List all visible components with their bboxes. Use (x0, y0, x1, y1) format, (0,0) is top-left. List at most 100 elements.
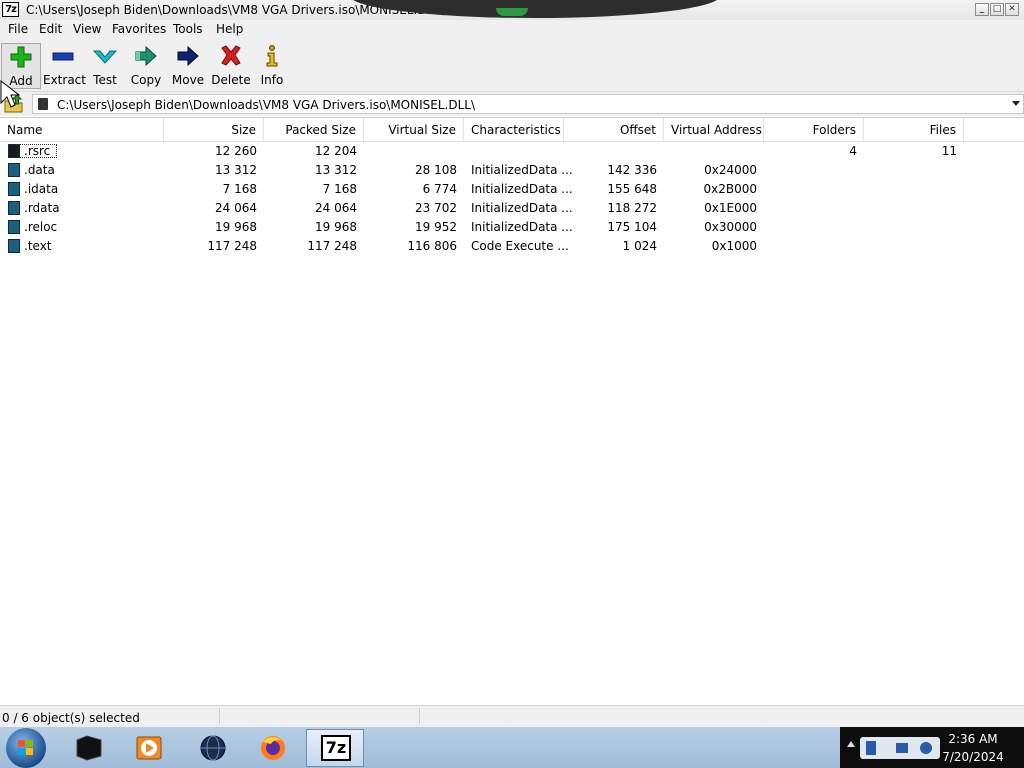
file-list[interactable]: Name Size Packed Size Virtual Size Chara… (0, 117, 1024, 705)
extract-button[interactable]: Extract (43, 43, 86, 89)
taskbar-item-7zip[interactable]: 7z (306, 729, 364, 767)
file-virtual-address: 0x30000 (704, 220, 757, 234)
rows: .rsrc 12 260 12 204 4 11 .data 13 312 13… (0, 142, 1024, 256)
drive-icon (38, 98, 48, 110)
table-row[interactable]: .data 13 312 13 312 28 108 InitializedDa… (0, 161, 1024, 180)
file-name: .idata (24, 182, 59, 196)
taskbar: 7z 2:36 AM 7/20/2024 (0, 727, 1024, 768)
move-label: Move (171, 73, 205, 87)
file-packed-size: 19 968 (315, 220, 357, 234)
file-offset: 1 024 (622, 239, 657, 253)
menu-view[interactable]: View (71, 22, 103, 36)
file-virtual-address: 0x2B000 (703, 182, 757, 196)
table-row[interactable]: .reloc 19 968 19 968 19 952 InitializedD… (0, 218, 1024, 237)
file-packed-size: 13 312 (315, 163, 357, 177)
terminal-icon (74, 734, 104, 762)
info-icon (260, 45, 284, 67)
file-size: 117 248 (207, 239, 257, 253)
extract-label: Extract (43, 73, 86, 87)
file-virtual-address: 0x1000 (711, 239, 757, 253)
delete-button[interactable]: Delete (211, 43, 251, 89)
file-offset: 118 272 (607, 201, 657, 215)
table-row[interactable]: .idata 7 168 7 168 6 774 InitializedData… (0, 180, 1024, 199)
arrow-right-icon (176, 45, 200, 67)
info-button[interactable]: Info (257, 43, 287, 89)
info-label: Info (260, 73, 284, 87)
column-header-size[interactable]: Size (164, 118, 264, 142)
column-header-files[interactable]: Files (864, 118, 964, 142)
close-button[interactable]: ✕ (1005, 3, 1019, 16)
menu-file[interactable]: File (6, 22, 30, 36)
file-size: 19 968 (215, 220, 257, 234)
clock-date[interactable]: 7/20/2024 (940, 750, 1006, 764)
toolbar: Add Extract Test Copy Move Delete Info (0, 40, 1024, 92)
file-characteristics: Code Execute ... (471, 239, 569, 253)
path-input[interactable]: C:\Users\Joseph Biden\Downloads\VM8 VGA … (32, 94, 1024, 114)
plus-icon (9, 46, 33, 68)
test-button[interactable]: Test (88, 43, 122, 89)
file-name: .data (24, 163, 55, 177)
column-header-virtual-size[interactable]: Virtual Size (364, 118, 464, 142)
file-size: 24 064 (215, 201, 257, 215)
checkmark-icon (92, 45, 118, 67)
tray-icons[interactable] (860, 737, 940, 759)
windows-logo-icon (18, 740, 34, 756)
globe-icon (198, 734, 228, 762)
menu-favorites[interactable]: Favorites (110, 22, 168, 36)
show-hidden-icons-icon[interactable] (847, 741, 855, 747)
table-row[interactable]: .text 117 248 117 248 116 806 Code Execu… (0, 237, 1024, 256)
test-label: Test (93, 73, 117, 87)
file-virtual-size: 23 702 (415, 201, 457, 215)
minimize-button[interactable]: _ (975, 3, 989, 16)
x-icon (219, 45, 243, 67)
file-name: .text (24, 239, 52, 253)
table-row[interactable]: .rdata 24 064 24 064 23 702 InitializedD… (0, 199, 1024, 218)
file-virtual-address: 0x1E000 (704, 201, 757, 215)
mouse-cursor-icon (0, 79, 21, 110)
column-header-characteristics[interactable]: Characteristics (464, 118, 564, 142)
file-characteristics: InitializedData ... (471, 163, 573, 177)
taskbar-item-firefox[interactable] (244, 729, 302, 767)
status-text: 0 / 6 object(s) selected (2, 711, 140, 725)
title-bar[interactable]: 7z C:\Users\Joseph Biden\Downloads\VM8 V… (0, 0, 1024, 20)
menu-help[interactable]: Help (214, 22, 245, 36)
file-characteristics: InitializedData ... (471, 201, 573, 215)
media-player-icon (134, 734, 164, 762)
taskbar-item-browser[interactable] (184, 729, 242, 767)
copy-button[interactable]: Copy (127, 43, 165, 89)
7zip-icon: 7z (321, 735, 351, 761)
wallpaper-overlay-accent (496, 8, 528, 16)
file-offset: 155 648 (607, 182, 657, 196)
delete-label: Delete (211, 73, 251, 87)
table-row[interactable]: .rsrc 12 260 12 204 4 11 (0, 142, 1024, 161)
menu-bar: File Edit View Favorites Tools Help (0, 20, 1024, 40)
copy-arrows-icon (134, 45, 158, 67)
minus-icon (51, 45, 75, 67)
menu-tools[interactable]: Tools (171, 22, 205, 36)
taskbar-item-terminal[interactable] (60, 729, 118, 767)
file-offset: 175 104 (607, 220, 657, 234)
file-characteristics: InitializedData ... (471, 220, 573, 234)
start-button[interactable] (6, 728, 46, 768)
clock-time[interactable]: 2:36 AM (940, 732, 1006, 746)
7zip-app-icon[interactable]: 7z (2, 2, 19, 17)
status-divider (419, 708, 420, 724)
column-header-folders[interactable]: Folders (764, 118, 864, 142)
file-files: 11 (941, 144, 957, 158)
taskbar-item-media-player[interactable] (120, 729, 178, 767)
column-header-name[interactable]: Name (0, 118, 164, 142)
file-size: 7 168 (222, 182, 257, 196)
file-size: 13 312 (215, 163, 257, 177)
status-divider (219, 708, 220, 724)
file-name: .reloc (24, 220, 58, 234)
screen: 7z C:\Users\Joseph Biden\Downloads\VM8 V… (0, 0, 1024, 768)
column-header-virtual-address[interactable]: Virtual Address (664, 118, 764, 142)
chevron-down-icon[interactable] (1012, 101, 1020, 106)
column-header-offset[interactable]: Offset (564, 118, 664, 142)
menu-edit[interactable]: Edit (37, 22, 64, 36)
move-button[interactable]: Move (170, 43, 206, 89)
column-headers: Name Size Packed Size Virtual Size Chara… (0, 118, 1024, 142)
column-header-packed-size[interactable]: Packed Size (264, 118, 364, 142)
maximize-button[interactable]: □ (990, 3, 1004, 16)
file-virtual-size: 6 774 (422, 182, 457, 196)
